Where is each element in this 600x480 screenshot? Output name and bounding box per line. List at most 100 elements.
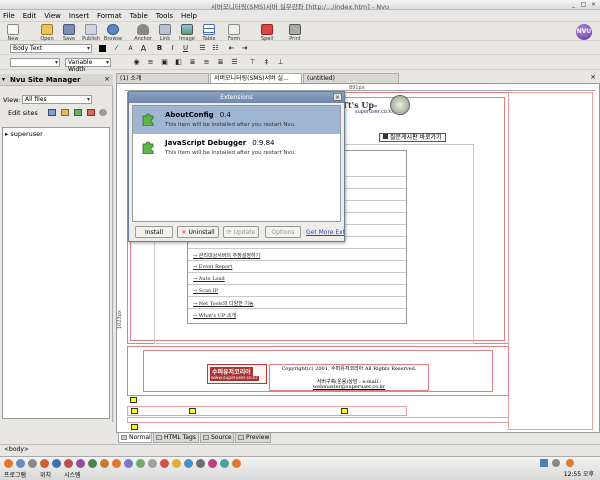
list-icon[interactable]: ≡: [146, 58, 155, 67]
stop-icon[interactable]: [99, 109, 107, 116]
tab-preview[interactable]: Preview: [235, 433, 271, 443]
justify-icon[interactable]: ☰: [230, 58, 239, 67]
app-icon[interactable]: [184, 459, 193, 468]
text-color-swatch[interactable]: [99, 45, 106, 52]
menu-programs[interactable]: 프로그램: [4, 470, 26, 479]
uninstall-button[interactable]: ✕ Uninstall: [177, 226, 219, 238]
refresh-icon[interactable]: [74, 109, 82, 116]
link-manage-server[interactable]: → 관리대상서버의 추정설정하기: [193, 252, 260, 259]
browse-button[interactable]: Browse: [102, 22, 124, 42]
link-event-report[interactable]: → Event Report: [193, 264, 232, 270]
italic-button[interactable]: I: [168, 44, 177, 53]
firefox-icon[interactable]: [4, 459, 13, 468]
align-center-icon[interactable]: ≡: [202, 58, 211, 67]
tab-normal[interactable]: Normal: [118, 433, 152, 443]
close-panel-icon[interactable]: ×: [104, 75, 110, 83]
app-icon[interactable]: [196, 459, 205, 468]
font-smaller-icon[interactable]: A: [126, 44, 135, 53]
dialog-close-button[interactable]: ×: [333, 93, 342, 101]
tree-item-superuser[interactable]: ▸ superuser: [5, 130, 43, 138]
menu-tools[interactable]: Tools: [156, 12, 173, 20]
menu-view[interactable]: View: [44, 12, 61, 20]
bullet-list-icon[interactable]: ☰: [198, 44, 207, 53]
edit-sites-button[interactable]: Edit sites: [8, 109, 38, 117]
valign-bottom-icon[interactable]: ⊥: [276, 58, 285, 67]
install-button[interactable]: Install: [135, 226, 173, 238]
paragraph-style-select[interactable]: Body Text: [10, 44, 92, 53]
delete-icon[interactable]: [87, 109, 95, 116]
app-icon[interactable]: [124, 459, 133, 468]
menu-system[interactable]: 시스템: [64, 470, 81, 479]
outdent-icon[interactable]: ⇤: [227, 44, 236, 53]
image-small-icon[interactable]: ▣: [160, 58, 169, 67]
insert-icon[interactable]: ◉: [132, 58, 141, 67]
options-button[interactable]: Options: [265, 226, 301, 238]
menu-table[interactable]: Table: [130, 12, 148, 20]
menu-help[interactable]: Help: [181, 12, 197, 20]
footer-email-link[interactable]: webmaster@superuser.co.kr: [274, 384, 424, 390]
align-left-icon[interactable]: ≣: [188, 58, 197, 67]
app-icon[interactable]: [220, 459, 229, 468]
table-button[interactable]: Table: [198, 22, 220, 42]
get-more-extensions-link[interactable]: Get More Ext: [306, 229, 344, 236]
print-button[interactable]: Print: [284, 22, 306, 42]
menu-insert[interactable]: Insert: [69, 12, 89, 20]
update-button[interactable]: ⟳ Update: [223, 226, 259, 238]
new-folder-icon[interactable]: [48, 109, 56, 116]
maximize-button[interactable]: □: [580, 1, 587, 8]
app-icon[interactable]: [172, 459, 181, 468]
bold-button[interactable]: B: [155, 44, 164, 53]
open-button[interactable]: Open: [36, 22, 58, 42]
app-icon[interactable]: [88, 459, 97, 468]
publish-button[interactable]: Publish: [80, 22, 102, 42]
menu-format[interactable]: Format: [97, 12, 122, 20]
link-scan-ip[interactable]: → Scan IP: [193, 288, 218, 294]
form-button[interactable]: Form: [220, 22, 248, 42]
firefox-icon[interactable]: [232, 459, 241, 468]
firefox-icon[interactable]: [40, 459, 49, 468]
new-button[interactable]: New: [2, 22, 24, 42]
tab-html-tags[interactable]: HTML Tags: [153, 433, 199, 443]
font-select[interactable]: Variable Width: [65, 58, 111, 73]
anchor-button[interactable]: Anchor: [132, 22, 154, 42]
app-icon[interactable]: [148, 459, 157, 468]
collapse-icon[interactable]: ▾: [2, 76, 5, 83]
numbered-list-icon[interactable]: ☷: [211, 44, 220, 53]
app-launcher-icon[interactable]: [16, 459, 25, 468]
tab-intro[interactable]: (1) 소개: [116, 73, 209, 83]
network-icon[interactable]: [540, 459, 548, 467]
firefox-icon[interactable]: [112, 459, 121, 468]
valign-middle-icon[interactable]: ‡: [262, 58, 271, 67]
indent-icon[interactable]: ⇥: [240, 44, 249, 53]
link-whats-up[interactable]: → What's UP 소개: [193, 312, 236, 319]
app-icon[interactable]: [208, 459, 217, 468]
table-style-select[interactable]: [10, 58, 60, 67]
app-icon[interactable]: [136, 459, 145, 468]
view-filter-select[interactable]: All files: [22, 95, 92, 104]
link-net-tools[interactable]: → Net Tools의 다양한 기능: [193, 300, 254, 307]
app-icon[interactable]: [64, 459, 73, 468]
link-auto-load[interactable]: → Auto Load: [193, 276, 225, 282]
qa-board-button[interactable]: 질문게시판 바로가기: [379, 133, 446, 142]
menu-edit[interactable]: Edit: [23, 12, 37, 20]
app-icon[interactable]: [100, 459, 109, 468]
link-button[interactable]: Link: [154, 22, 176, 42]
spell-button[interactable]: Spell: [256, 22, 278, 42]
valign-top-icon[interactable]: ⊤: [248, 58, 257, 67]
app-icon[interactable]: [160, 459, 169, 468]
underline-button[interactable]: U: [181, 44, 190, 53]
volume-icon[interactable]: [552, 459, 560, 467]
close-tab-icon[interactable]: ×: [590, 73, 596, 81]
close-button[interactable]: ×: [590, 1, 597, 8]
save-button[interactable]: Save: [58, 22, 80, 42]
layer-icon[interactable]: ◧: [174, 58, 183, 67]
align-right-icon[interactable]: ≣: [216, 58, 225, 67]
menu-file[interactable]: File: [3, 12, 15, 20]
tab-untitled[interactable]: (untitled): [303, 73, 399, 83]
tray-icon[interactable]: [566, 459, 574, 467]
open-folder-icon[interactable]: [61, 109, 69, 116]
menu-places[interactable]: 위치: [40, 470, 51, 479]
highlight-icon[interactable]: ⁄: [112, 44, 121, 53]
font-larger-icon[interactable]: A: [139, 44, 148, 53]
extension-item[interactable]: AboutConfig 0.4 This item will be install…: [133, 106, 340, 134]
